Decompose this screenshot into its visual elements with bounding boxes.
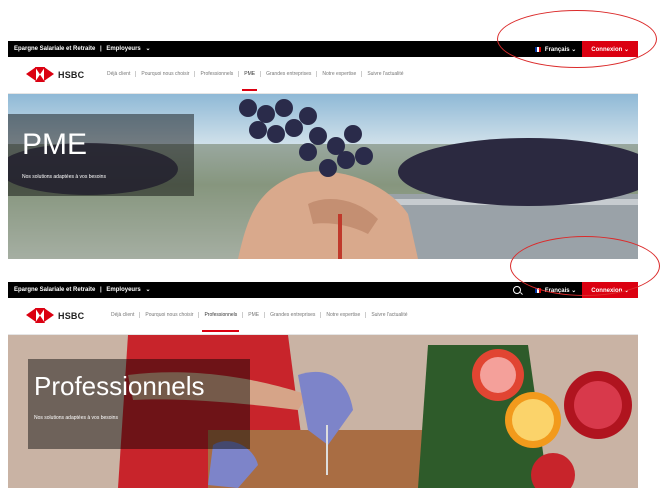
hero-subtitle: Nos solutions adaptées à vos besoins bbox=[34, 415, 118, 421]
brand-name: HSBC bbox=[58, 310, 85, 321]
brand-name: HSBC bbox=[58, 69, 85, 80]
hero-banner: PME Nos solutions adaptées à vos besoins bbox=[8, 94, 638, 259]
hero-title: PME bbox=[22, 128, 88, 161]
nav-pme[interactable]: PME bbox=[238, 71, 260, 91]
topbar-link-employeurs[interactable]: Employeurs bbox=[106, 287, 140, 293]
nav-deja-client[interactable]: Déjà client bbox=[102, 71, 135, 77]
hero-text-box: PME Nos solutions adaptées à vos besoins bbox=[8, 114, 194, 196]
hero-banner: Professionnels Nos solutions adaptées à … bbox=[8, 335, 638, 488]
main-nav: HSBC Déjà client Pourquoi nous choisir P… bbox=[8, 298, 638, 335]
nav-grandes-entreprises[interactable]: Grandes entreprises bbox=[264, 312, 320, 318]
nav-expertise[interactable]: Notre expertise bbox=[316, 71, 361, 77]
nav-grandes-entreprises[interactable]: Grandes entreprises bbox=[260, 71, 316, 77]
nav-pme[interactable]: PME bbox=[242, 312, 264, 318]
topbar-link-employeurs[interactable]: Employeurs bbox=[106, 46, 140, 52]
nav-expertise[interactable]: Notre expertise bbox=[320, 312, 365, 318]
screenshot-pme: Epargne Salariale et Retraite | Employeu… bbox=[8, 41, 638, 259]
nav-actualite[interactable]: Suivre l'actualité bbox=[361, 71, 408, 77]
hsbc-logo[interactable]: HSBC bbox=[26, 67, 84, 82]
chevron-down-icon[interactable]: ⌄ bbox=[145, 287, 150, 293]
topbar-link-epargne[interactable]: Epargne Salariale et Retraite bbox=[14, 46, 95, 52]
highlight-circle-middle bbox=[510, 236, 660, 296]
nav-professionnels[interactable]: Professionnels bbox=[194, 71, 238, 77]
hexagon-logo-icon bbox=[26, 308, 54, 323]
nav-pourquoi[interactable]: Pourquoi nous choisir bbox=[135, 71, 194, 77]
nav-professionnels[interactable]: Professionnels bbox=[198, 312, 242, 332]
hero-subtitle: Nos solutions adaptées à vos besoins bbox=[22, 174, 106, 180]
chevron-down-icon[interactable]: ⌄ bbox=[145, 46, 150, 52]
nav-actualite[interactable]: Suivre l'actualité bbox=[365, 312, 412, 318]
screenshot-professionnels: Epargne Salariale et Retraite | Employeu… bbox=[8, 282, 638, 488]
topbar-divider: | bbox=[100, 46, 102, 52]
topbar-divider: | bbox=[100, 287, 102, 293]
topbar-link-epargne[interactable]: Epargne Salariale et Retraite bbox=[14, 287, 95, 293]
highlight-circle-top bbox=[497, 10, 657, 68]
hsbc-logo[interactable]: HSBC bbox=[26, 308, 84, 323]
nav-deja-client[interactable]: Déjà client bbox=[106, 312, 139, 318]
search-icon[interactable] bbox=[512, 286, 521, 294]
nav-pourquoi[interactable]: Pourquoi nous choisir bbox=[139, 312, 198, 318]
hero-text-box: Professionnels Nos solutions adaptées à … bbox=[28, 359, 250, 449]
hero-title: Professionnels bbox=[34, 371, 205, 401]
hexagon-logo-icon bbox=[26, 67, 54, 82]
